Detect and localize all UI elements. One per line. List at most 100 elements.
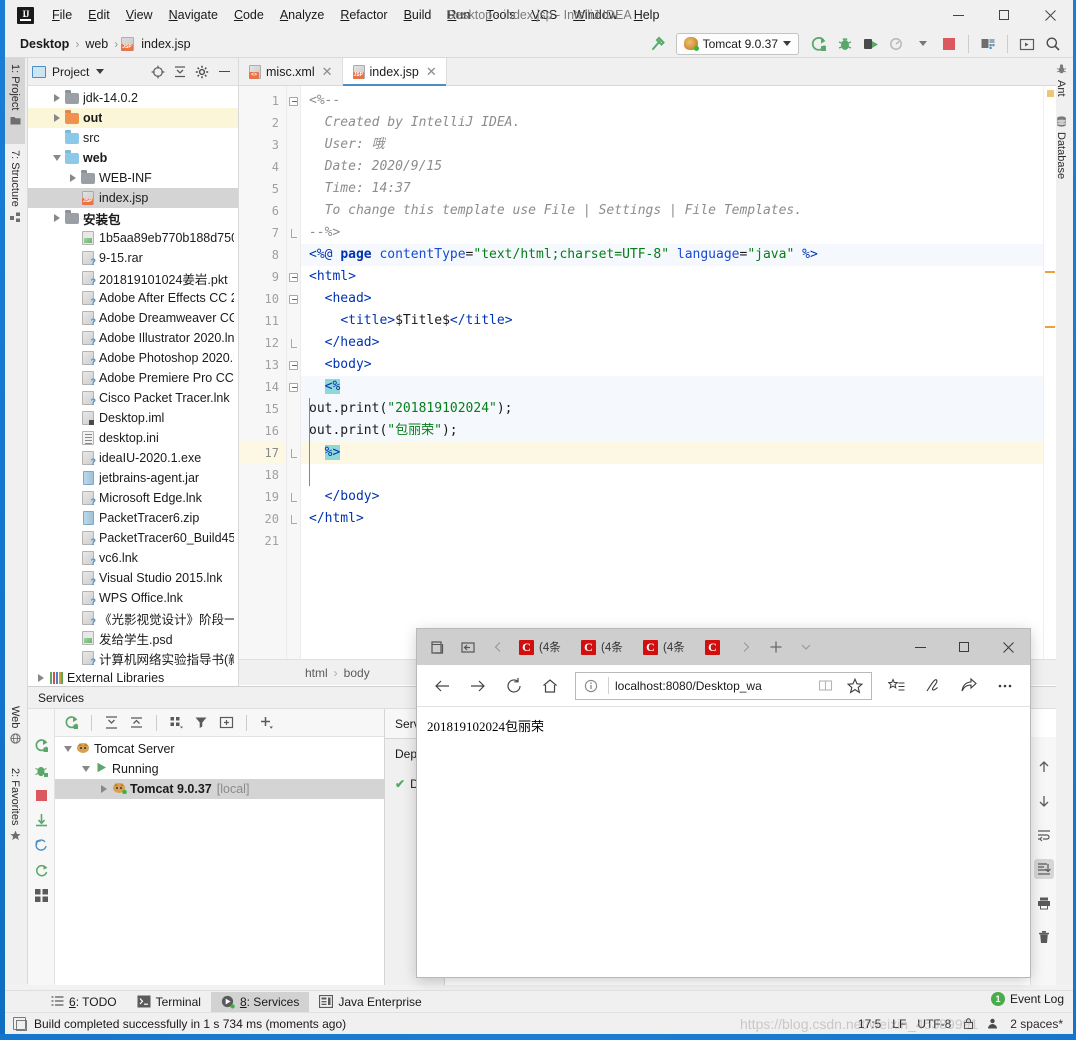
- editor-breadcrumb-body[interactable]: body: [344, 666, 370, 680]
- expand-arrow-icon[interactable]: [54, 214, 60, 222]
- fold-end-icon[interactable]: [290, 448, 297, 458]
- grid-view-icon[interactable]: [33, 887, 49, 903]
- code-line[interactable]: <html>: [301, 266, 1056, 288]
- tree-toggle[interactable]: [97, 785, 111, 793]
- project-tree-row[interactable]: 发给学生.psd: [28, 628, 238, 648]
- project-tree-row[interactable]: Adobe Dreamweaver CC 2: [28, 308, 238, 328]
- collapse-arrow-icon[interactable]: [64, 746, 72, 752]
- fold-end-icon[interactable]: [290, 492, 297, 502]
- editor-tab-index-jsp[interactable]: index.jsp ✕: [342, 58, 447, 86]
- editor-tab-misc-xml[interactable]: misc.xml ✕: [239, 58, 343, 85]
- project-tree-row[interactable]: External Libraries: [28, 668, 238, 686]
- project-tree-row[interactable]: 安装包: [28, 208, 238, 228]
- browser-minimize-button[interactable]: [898, 629, 942, 665]
- editor-breadcrumb-html[interactable]: html: [305, 666, 328, 680]
- code-line[interactable]: To change this template use File | Setti…: [301, 200, 1056, 222]
- code-line[interactable]: <head>: [301, 288, 1056, 310]
- tree-toggle[interactable]: [50, 114, 64, 122]
- tree-toggle[interactable]: [34, 674, 48, 682]
- hide-panel-icon[interactable]: [214, 62, 234, 82]
- caret-position[interactable]: 17:5: [858, 1017, 881, 1031]
- collapse-arrow-icon[interactable]: [82, 766, 90, 772]
- project-tree-row[interactable]: jdk-14.0.2: [28, 88, 238, 108]
- run-icon[interactable]: [807, 33, 831, 55]
- project-tree-row[interactable]: Visual Studio 2015.lnk: [28, 568, 238, 588]
- build-hammer-icon[interactable]: [646, 33, 670, 55]
- fold-marker[interactable]: [287, 222, 300, 244]
- project-tree-row[interactable]: 《光影视觉设计》阶段一实验: [28, 608, 238, 628]
- project-tree-row[interactable]: index.jsp: [28, 188, 238, 208]
- tree-toggle[interactable]: [50, 94, 64, 102]
- debug-icon[interactable]: [833, 33, 857, 55]
- browser-tab[interactable]: C (4条: [637, 632, 699, 662]
- menu-vcs[interactable]: VCS: [524, 4, 566, 26]
- refresh-button[interactable]: [497, 669, 531, 703]
- collapse-arrow-icon[interactable]: [53, 155, 61, 161]
- new-tab-button[interactable]: [761, 632, 791, 662]
- code-line[interactable]: [301, 530, 1056, 552]
- web-notes-icon[interactable]: [916, 669, 950, 703]
- collapse-fold-icon[interactable]: [289, 382, 298, 392]
- code-line[interactable]: <%: [301, 376, 1056, 398]
- run-configuration-selector[interactable]: Tomcat 9.0.37: [675, 32, 799, 55]
- bottom-tab-java-enterprise[interactable]: Java Enterprise: [309, 992, 431, 1012]
- browser-tab[interactable]: C (4条: [513, 632, 575, 662]
- services-tree-row[interactable]: Running: [55, 759, 384, 779]
- lock-icon[interactable]: [962, 1017, 975, 1030]
- fold-marker[interactable]: [287, 442, 300, 464]
- fold-marker[interactable]: [287, 354, 300, 376]
- project-tree-row[interactable]: jetbrains-agent.jar: [28, 468, 238, 488]
- stop-icon[interactable]: [937, 33, 961, 55]
- fold-marker[interactable]: [287, 90, 300, 112]
- add-icon[interactable]: [256, 713, 277, 733]
- tree-toggle[interactable]: [61, 746, 75, 752]
- code-line[interactable]: --%>: [301, 222, 1056, 244]
- code-line[interactable]: out.print("包丽荣");: [301, 420, 1056, 442]
- indent-setting[interactable]: 2 spaces*: [1010, 1017, 1063, 1031]
- line-separator[interactable]: LF: [892, 1017, 906, 1031]
- minimize-button[interactable]: [935, 0, 981, 30]
- project-tree-row[interactable]: src: [28, 128, 238, 148]
- project-tree-row[interactable]: ideaIU-2020.1.exe: [28, 448, 238, 468]
- code-line[interactable]: <title>$Title$</title>: [301, 310, 1056, 332]
- breadcrumb-file[interactable]: index.jsp: [138, 36, 193, 52]
- bottom-tab-todo[interactable]: 6: TODO: [41, 992, 127, 1012]
- code-line[interactable]: Created by IntelliJ IDEA.: [301, 112, 1056, 134]
- restore-layout-icon[interactable]: [1015, 33, 1039, 55]
- address-bar-text[interactable]: localhost:8080/Desktop_wa: [615, 679, 808, 693]
- project-tree-row[interactable]: Desktop.iml: [28, 408, 238, 428]
- run-with-coverage-icon[interactable]: [859, 33, 883, 55]
- settings-icon[interactable]: [976, 33, 1000, 55]
- menu-help[interactable]: Help: [626, 4, 668, 26]
- project-tree-row[interactable]: WEB-INF: [28, 168, 238, 188]
- scroll-to-end-icon[interactable]: [1033, 859, 1054, 879]
- code-line[interactable]: User: 哦: [301, 134, 1056, 156]
- down-arrow-icon[interactable]: [1034, 791, 1054, 811]
- reading-view-icon[interactable]: [814, 678, 837, 693]
- project-tree-row[interactable]: WPS Office.lnk: [28, 588, 238, 608]
- code-line[interactable]: <%@ page contentType="text/html;charset=…: [301, 244, 1056, 266]
- bottom-tab-terminal[interactable]: Terminal: [127, 992, 211, 1012]
- menu-view[interactable]: View: [118, 4, 161, 26]
- code-line[interactable]: %>: [301, 442, 1056, 464]
- breadcrumb-project[interactable]: Desktop: [17, 36, 72, 52]
- code-line[interactable]: [301, 464, 1056, 486]
- tree-toggle[interactable]: [79, 766, 93, 772]
- fold-end-icon[interactable]: [290, 338, 297, 348]
- collapse-fold-icon[interactable]: [289, 272, 298, 282]
- project-tree-row[interactable]: PacketTracer60_Build45_s: [28, 528, 238, 548]
- menu-navigate[interactable]: Navigate: [161, 4, 226, 26]
- project-tree-row[interactable]: Microsoft Edge.lnk: [28, 488, 238, 508]
- code-content[interactable]: <%-- Created by IntelliJ IDEA. User: 哦 D…: [301, 86, 1056, 659]
- tree-toggle[interactable]: [50, 214, 64, 222]
- services-tree-row[interactable]: Tomcat Server: [55, 739, 384, 759]
- profile-icon[interactable]: [885, 33, 909, 55]
- profile-dropdown-icon[interactable]: [911, 33, 935, 55]
- gradle-icon[interactable]: [986, 1017, 999, 1030]
- browser-tab[interactable]: C (4条: [575, 632, 637, 662]
- browser-tab[interactable]: C: [699, 632, 731, 662]
- collapse-fold-icon[interactable]: [289, 294, 298, 304]
- menu-file[interactable]: File: [44, 4, 80, 26]
- filter-icon[interactable]: [191, 713, 212, 733]
- close-button[interactable]: [1027, 0, 1073, 30]
